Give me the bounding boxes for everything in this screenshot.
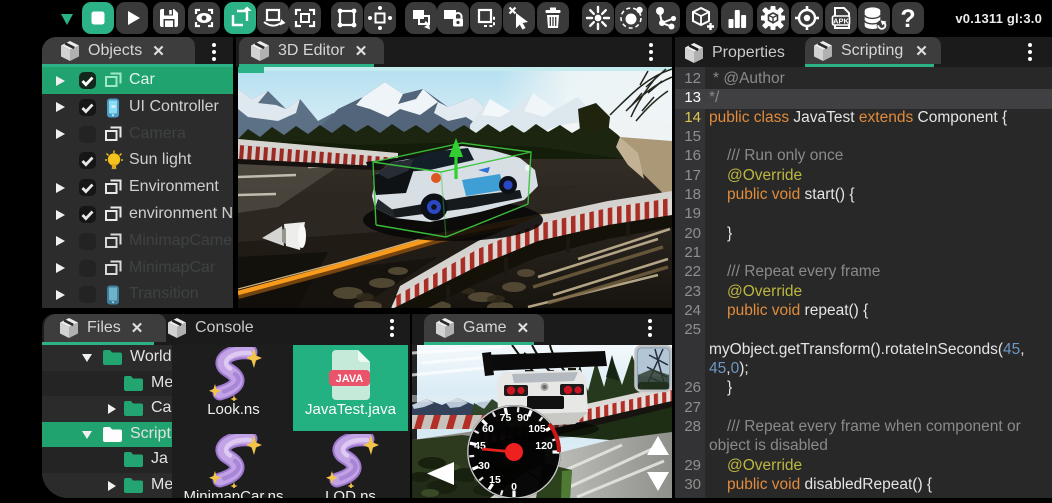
- svg-text:105: 105: [528, 423, 546, 435]
- svg-text:120: 120: [535, 440, 553, 452]
- svg-text:75: 75: [500, 412, 512, 424]
- svg-text:15: 15: [489, 474, 501, 486]
- svg-text:APK: APK: [833, 16, 849, 25]
- svg-text:90: 90: [517, 412, 529, 424]
- svg-text:JAVA: JAVA: [336, 373, 364, 385]
- svg-text:?: ?: [900, 5, 915, 33]
- svg-text:30: 30: [478, 460, 490, 472]
- svg-text:0: 0: [511, 481, 517, 493]
- svg-text:60: 60: [482, 423, 494, 435]
